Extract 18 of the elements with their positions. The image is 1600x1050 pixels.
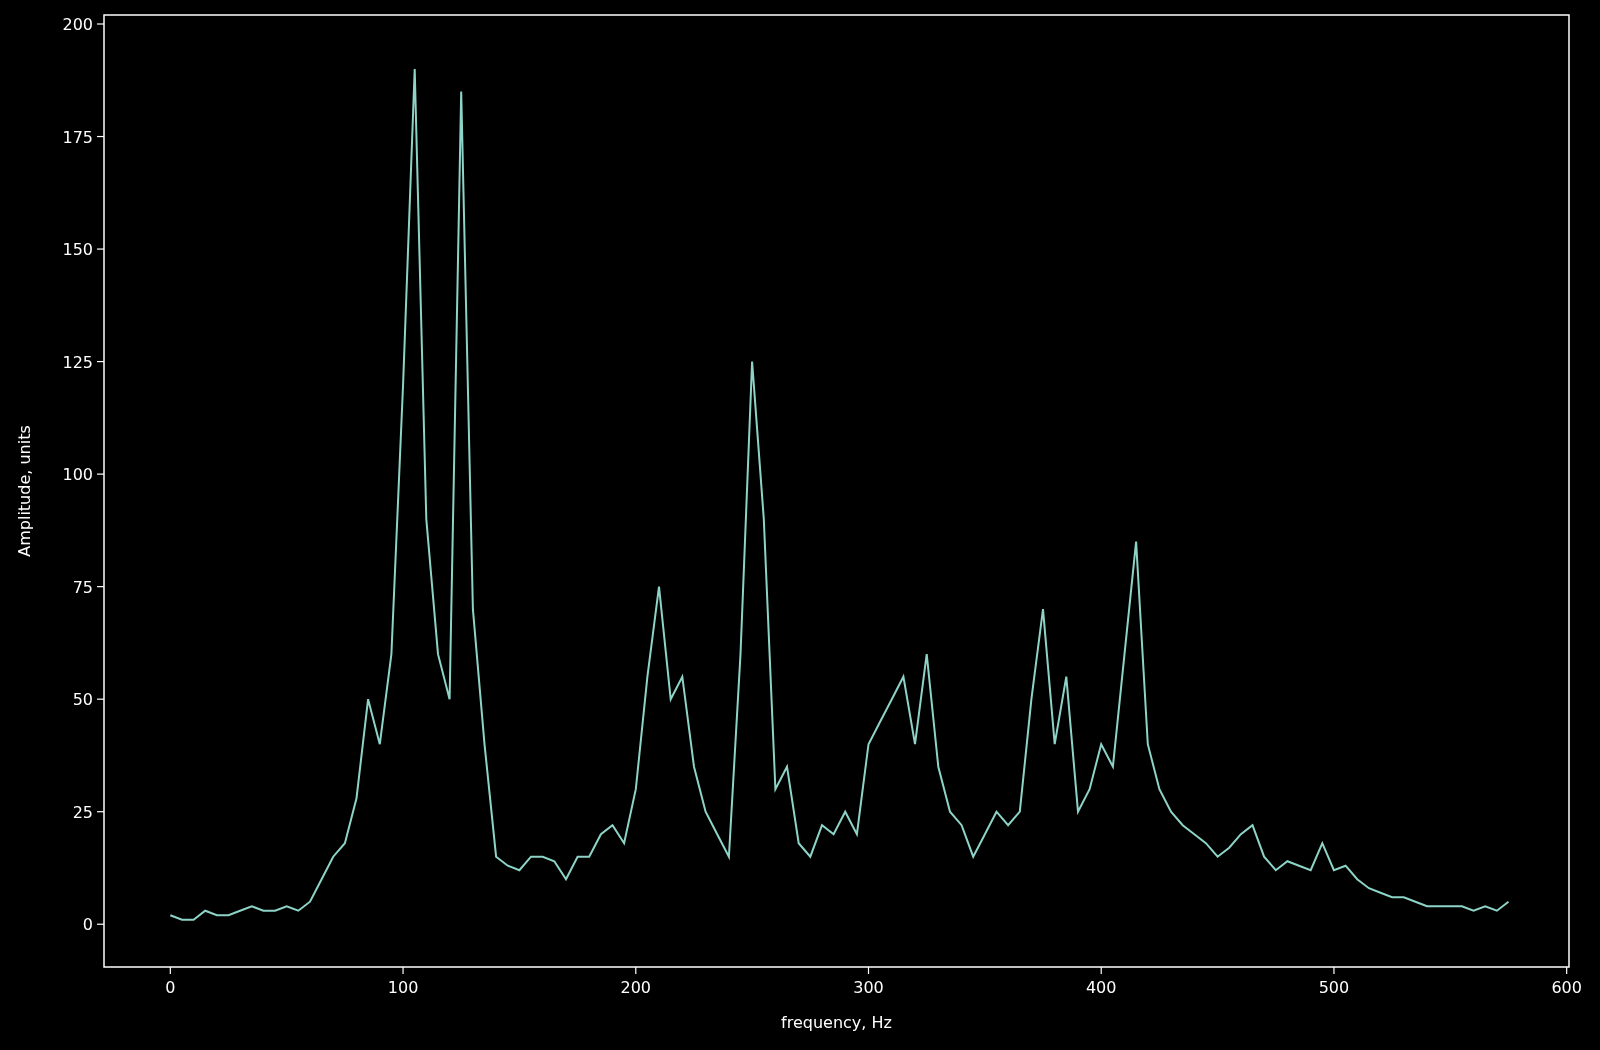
tick-label: 200 [62,15,93,34]
tick-label: 125 [62,352,93,372]
tick-label: 300 [853,978,884,997]
tick-label: 0 [165,978,176,997]
tick-label: 100 [62,465,93,485]
axis-title: Amplitude, units [15,425,34,557]
tick-label: 50 [72,690,93,710]
tick-label: 75 [72,577,93,597]
tick-label: 175 [62,127,93,147]
tick-label: 500 [1318,978,1350,997]
tick-label: 600 [1551,978,1582,997]
tick-label: 25 [72,802,93,822]
axis-title: frequency, Hz [781,1013,892,1032]
tick-label: 400 [1085,978,1117,997]
tick-label: 150 [62,240,93,260]
tick-label: 0 [82,915,93,935]
tick-label: 200 [620,978,652,997]
tick-label: 100 [387,978,419,997]
